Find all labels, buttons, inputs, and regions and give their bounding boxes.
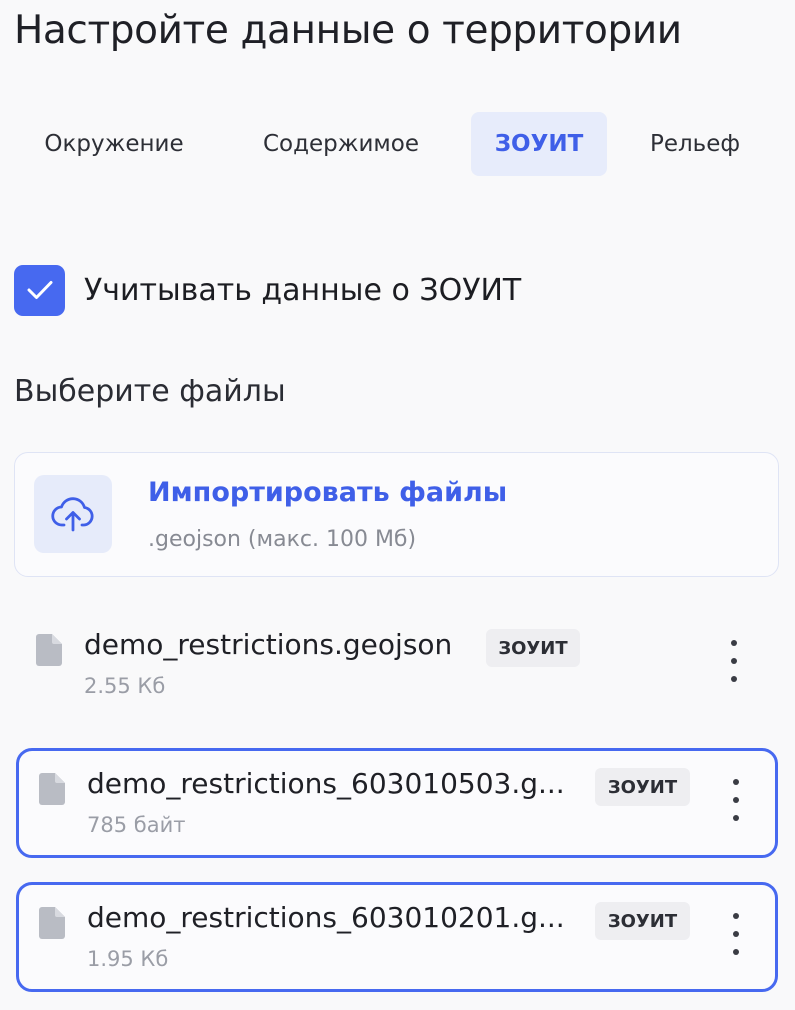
file-size: 2.55 Кб: [84, 674, 166, 698]
file-item-selected[interactable]: demo_restrictions_603010503.g... ЗОУИТ 7…: [16, 748, 778, 858]
zouit-checkbox-row[interactable]: Учитывать данные о ЗОУИТ: [14, 264, 521, 316]
file-name: demo_restrictions_603010503.g...: [87, 767, 565, 800]
tab-relief[interactable]: Рельеф: [607, 112, 783, 176]
more-options-icon[interactable]: [724, 913, 748, 955]
file-icon: [39, 773, 65, 805]
file-type-badge: ЗОУИТ: [595, 768, 690, 806]
checkmark-icon: [27, 281, 52, 299]
files-section-label: Выберите файлы: [14, 374, 286, 409]
file-item[interactable]: demo_restrictions.geojson ЗОУИТ 2.55 Кб: [16, 612, 778, 722]
import-files-dropzone[interactable]: Импортировать файлы .geojson (макс. 100 …: [14, 452, 779, 577]
file-size: 785 байт: [87, 813, 186, 837]
tab-environment[interactable]: Окружение: [14, 112, 214, 176]
file-name: demo_restrictions_603010201.g...: [87, 901, 565, 934]
file-icon: [36, 634, 62, 666]
file-type-badge: ЗОУИТ: [595, 902, 690, 940]
checkbox-label: Учитывать данные о ЗОУИТ: [84, 272, 522, 308]
cloud-upload-icon: [51, 497, 94, 532]
file-size: 1.95 Кб: [87, 947, 169, 971]
file-type-badge: ЗОУИТ: [486, 629, 580, 667]
import-files-hint: .geojson (макс. 100 Мб): [148, 527, 417, 552]
tab-zouit[interactable]: ЗОУИТ: [471, 112, 607, 176]
import-files-link[interactable]: Импортировать файлы: [148, 477, 507, 508]
more-options-icon[interactable]: [724, 779, 748, 821]
tab-bar: Окружение Содержимое ЗОУИТ Рельеф: [14, 112, 784, 176]
file-item-selected[interactable]: demo_restrictions_603010201.g... ЗОУИТ 1…: [16, 882, 778, 992]
zouit-checkbox[interactable]: [14, 264, 65, 316]
page-title: Настройте данные о территории: [14, 8, 682, 53]
tab-content[interactable]: Содержимое: [214, 112, 468, 176]
file-name: demo_restrictions.geojson: [84, 628, 453, 661]
more-options-icon[interactable]: [722, 640, 746, 682]
upload-icon-box: [34, 475, 112, 553]
file-icon: [39, 907, 65, 939]
